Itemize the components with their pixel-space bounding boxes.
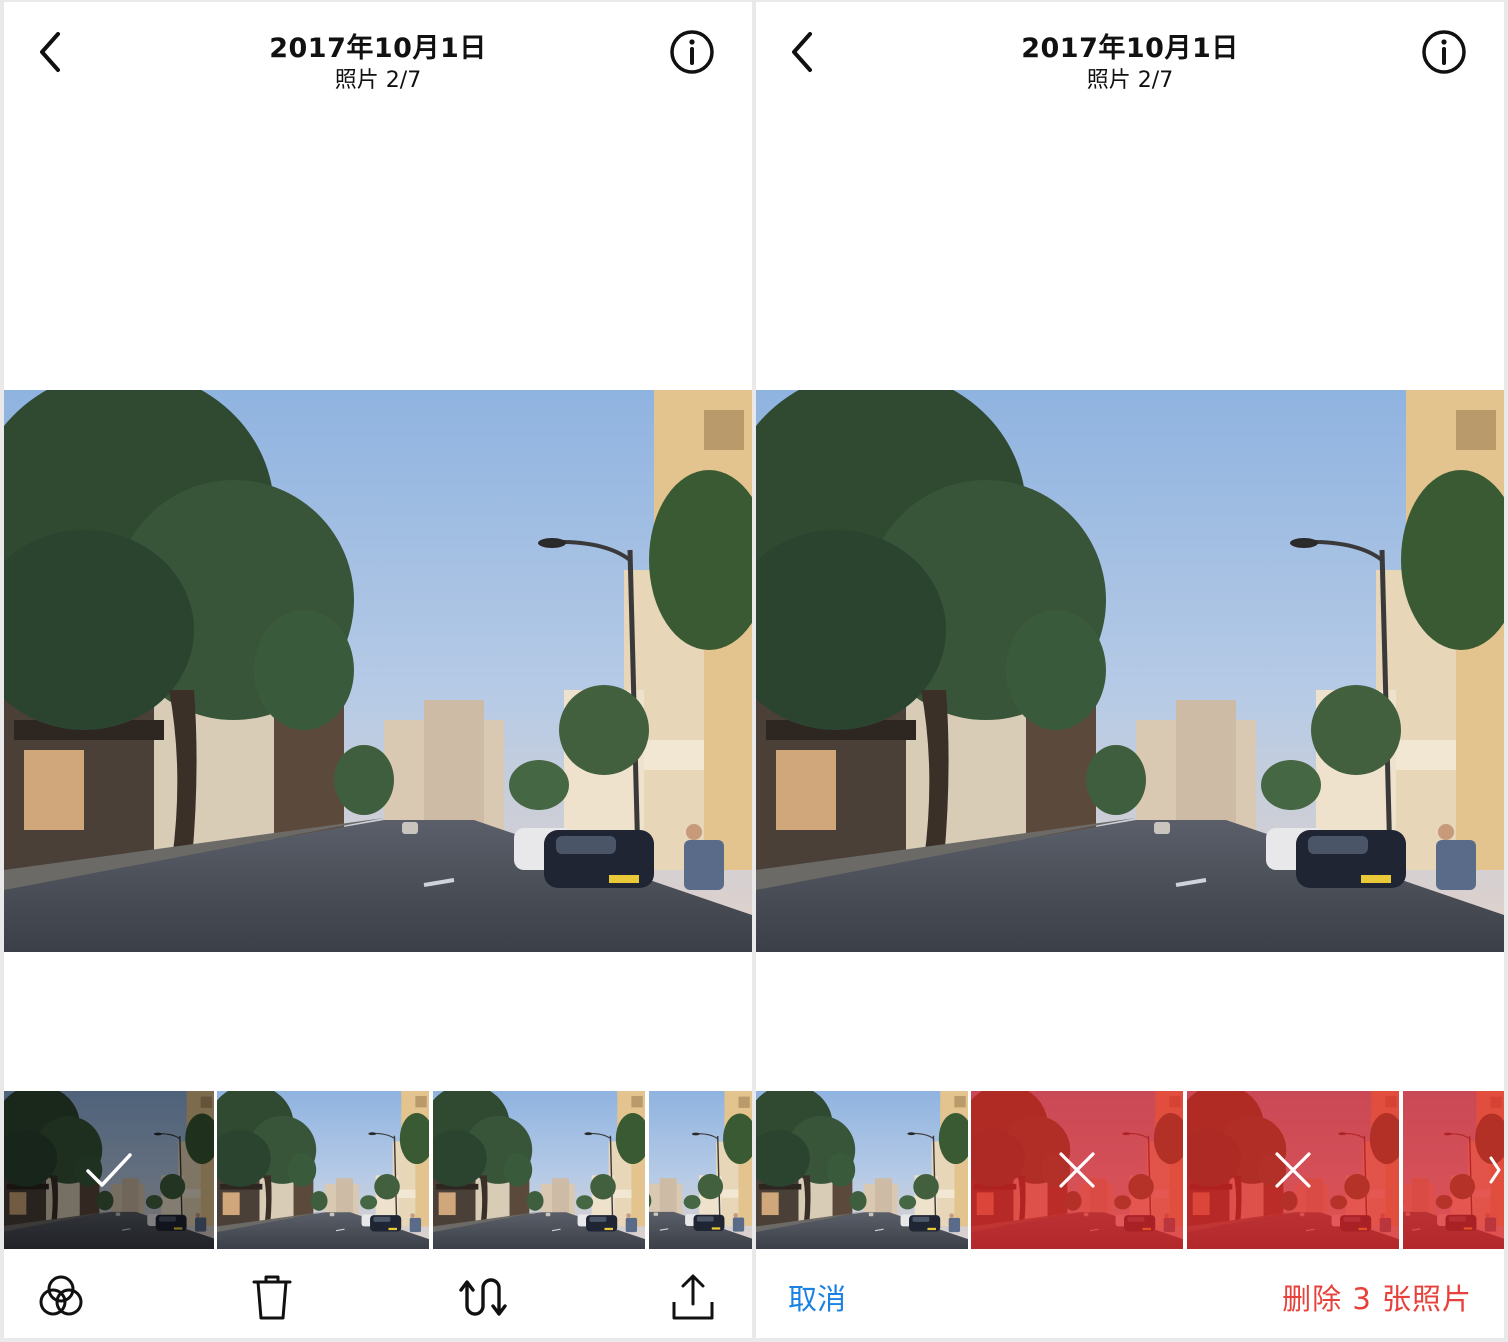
x-icon (1059, 1152, 1095, 1188)
street-photo-image (756, 390, 1504, 952)
navigation-header: 2017年10月1日 照片 2/7 (756, 2, 1504, 102)
bottom-toolbar (4, 1250, 752, 1338)
overlapping-circles-icon (39, 1275, 83, 1316)
filters-button[interactable] (36, 1272, 86, 1322)
cancel-button[interactable]: 取消 (788, 1276, 846, 1318)
bottom-toolbar: 取消 删除 3 张照片 (756, 1250, 1504, 1338)
page-title-date: 2017年10月1日 (269, 33, 487, 64)
page-title-date: 2017年10月1日 (1021, 33, 1239, 64)
thumbnail-3[interactable] (433, 1091, 645, 1249)
info-button[interactable] (1420, 28, 1468, 76)
info-circle-icon (1422, 30, 1466, 74)
thumbnail-strip (756, 1091, 1504, 1249)
back-button[interactable] (784, 28, 824, 76)
main-photo[interactable] (756, 390, 1504, 952)
delete-photos-button[interactable]: 删除 3 张照片 (1282, 1276, 1472, 1318)
share-button[interactable] (668, 1272, 718, 1322)
thumbnail-2-marked-delete[interactable] (971, 1091, 1183, 1249)
swap-arrows-icon (459, 1278, 507, 1316)
checkmark-icon (86, 1153, 132, 1187)
x-icon (1275, 1152, 1311, 1188)
photo-viewer-screen-left: 2017年10月1日 照片 2/7 (4, 2, 752, 1338)
info-circle-icon (670, 30, 714, 74)
trash-icon (252, 1275, 292, 1320)
chevron-left-icon (40, 32, 60, 72)
back-button[interactable] (32, 28, 72, 76)
photo-counter: 照片 2/7 (334, 68, 422, 93)
chevron-left-icon (792, 32, 812, 72)
thumbnail-3-marked-delete[interactable] (1187, 1091, 1399, 1249)
thumbnail-4-marked-delete[interactable] (1403, 1091, 1504, 1249)
info-button[interactable] (668, 28, 716, 76)
thumbnail-2[interactable] (217, 1091, 429, 1249)
thumbnail-strip (4, 1091, 752, 1249)
main-photo[interactable] (4, 390, 752, 952)
thumbnail-1[interactable] (4, 1091, 214, 1249)
street-photo-image (4, 390, 752, 952)
delete-button[interactable] (247, 1272, 297, 1322)
thumbnail-4[interactable] (649, 1091, 752, 1249)
chevron-right-icon (1489, 1156, 1501, 1184)
photo-counter: 照片 2/7 (1086, 68, 1174, 93)
photo-viewer-screen-right: 2017年10月1日 照片 2/7 取消 删除 3 张照片 (756, 2, 1504, 1338)
shuffle-button[interactable] (458, 1272, 508, 1322)
share-upload-icon (672, 1274, 714, 1320)
thumbnail-1[interactable] (756, 1091, 968, 1249)
navigation-header: 2017年10月1日 照片 2/7 (4, 2, 752, 102)
